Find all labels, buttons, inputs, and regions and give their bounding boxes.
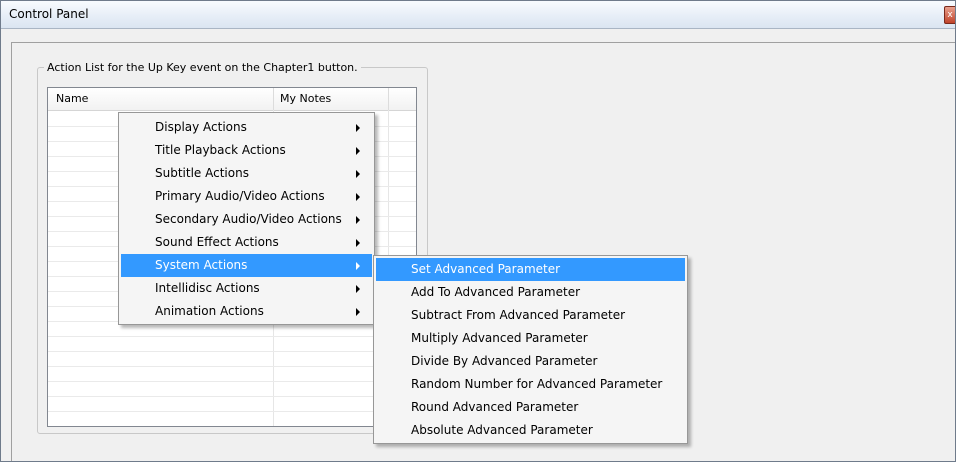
context-menu: Display Actions Title Playback Actions S…: [118, 112, 375, 325]
row-gridline: [48, 336, 416, 337]
submenu-item-label: Subtract From Advanced Parameter: [411, 308, 626, 322]
submenu-arrow-icon: [356, 170, 360, 178]
menu-item-label: System Actions: [155, 258, 248, 272]
close-icon: x: [947, 10, 953, 20]
submenu-item-multiply-advanced-parameter[interactable]: Multiply Advanced Parameter: [376, 327, 685, 350]
menu-item-label: Subtitle Actions: [155, 166, 249, 180]
submenu-item-label: Divide By Advanced Parameter: [411, 354, 598, 368]
submenu-arrow-icon: [356, 239, 360, 247]
row-gridline: [48, 396, 416, 397]
column-separator[interactable]: [388, 88, 389, 110]
menu-item-subtitle-actions[interactable]: Subtitle Actions: [121, 162, 372, 185]
menu-item-primary-audio-video-actions[interactable]: Primary Audio/Video Actions: [121, 185, 372, 208]
submenu-item-absolute-advanced-parameter[interactable]: Absolute Advanced Parameter: [376, 419, 685, 442]
column-header-name[interactable]: Name: [56, 92, 88, 105]
menu-item-animation-actions[interactable]: Animation Actions: [121, 300, 372, 323]
menu-item-label: Animation Actions: [155, 304, 264, 318]
listview-header: Name My Notes: [48, 88, 416, 111]
row-gridline: [48, 381, 416, 382]
submenu-arrow-icon: [356, 308, 360, 316]
menu-item-label: Title Playback Actions: [155, 143, 286, 157]
submenu-arrow-icon: [356, 216, 360, 224]
submenu-arrow-icon: [356, 124, 360, 132]
row-gridline: [48, 351, 416, 352]
submenu-item-label: Round Advanced Parameter: [411, 400, 579, 414]
menu-item-secondary-audio-video-actions[interactable]: Secondary Audio/Video Actions: [121, 208, 372, 231]
title-bar[interactable]: Control Panel x: [1, 1, 955, 29]
close-button[interactable]: x: [944, 6, 955, 24]
menu-item-label: Display Actions: [155, 120, 247, 134]
submenu-item-label: Absolute Advanced Parameter: [411, 423, 593, 437]
menu-item-sound-effect-actions[interactable]: Sound Effect Actions: [121, 231, 372, 254]
menu-item-display-actions[interactable]: Display Actions: [121, 116, 372, 139]
window-title: Control Panel: [9, 7, 89, 21]
submenu-item-random-number-for-advanced-parameter[interactable]: Random Number for Advanced Parameter: [376, 373, 685, 396]
submenu-item-divide-by-advanced-parameter[interactable]: Divide By Advanced Parameter: [376, 350, 685, 373]
menu-item-title-playback-actions[interactable]: Title Playback Actions: [121, 139, 372, 162]
row-gridline: [48, 426, 416, 427]
submenu-arrow-icon: [356, 147, 360, 155]
submenu-item-label: Multiply Advanced Parameter: [411, 331, 588, 345]
menu-item-label: Secondary Audio/Video Actions: [155, 212, 342, 226]
row-gridline: [48, 366, 416, 367]
menu-item-label: Intellidisc Actions: [155, 281, 260, 295]
group-label: Action List for the Up Key event on the …: [44, 61, 361, 74]
submenu-item-set-advanced-parameter[interactable]: Set Advanced Parameter: [376, 258, 685, 281]
submenu-arrow-icon: [356, 262, 360, 270]
column-header-my-notes[interactable]: My Notes: [280, 92, 331, 105]
submenu-item-subtract-from-advanced-parameter[interactable]: Subtract From Advanced Parameter: [376, 304, 685, 327]
submenu-arrow-icon: [356, 285, 360, 293]
menu-item-label: Primary Audio/Video Actions: [155, 189, 325, 203]
submenu-item-add-to-advanced-parameter[interactable]: Add To Advanced Parameter: [376, 281, 685, 304]
menu-item-label: Sound Effect Actions: [155, 235, 279, 249]
row-gridline: [48, 411, 416, 412]
submenu-item-label: Set Advanced Parameter: [411, 262, 561, 276]
column-separator[interactable]: [273, 88, 274, 110]
submenu-item-round-advanced-parameter[interactable]: Round Advanced Parameter: [376, 396, 685, 419]
menu-item-intellidisc-actions[interactable]: Intellidisc Actions: [121, 277, 372, 300]
menu-item-system-actions[interactable]: System Actions: [121, 254, 372, 277]
submenu-item-label: Add To Advanced Parameter: [411, 285, 581, 299]
system-actions-submenu: Set Advanced Parameter Add To Advanced P…: [373, 255, 688, 444]
submenu-item-label: Random Number for Advanced Parameter: [411, 377, 663, 391]
submenu-arrow-icon: [356, 193, 360, 201]
